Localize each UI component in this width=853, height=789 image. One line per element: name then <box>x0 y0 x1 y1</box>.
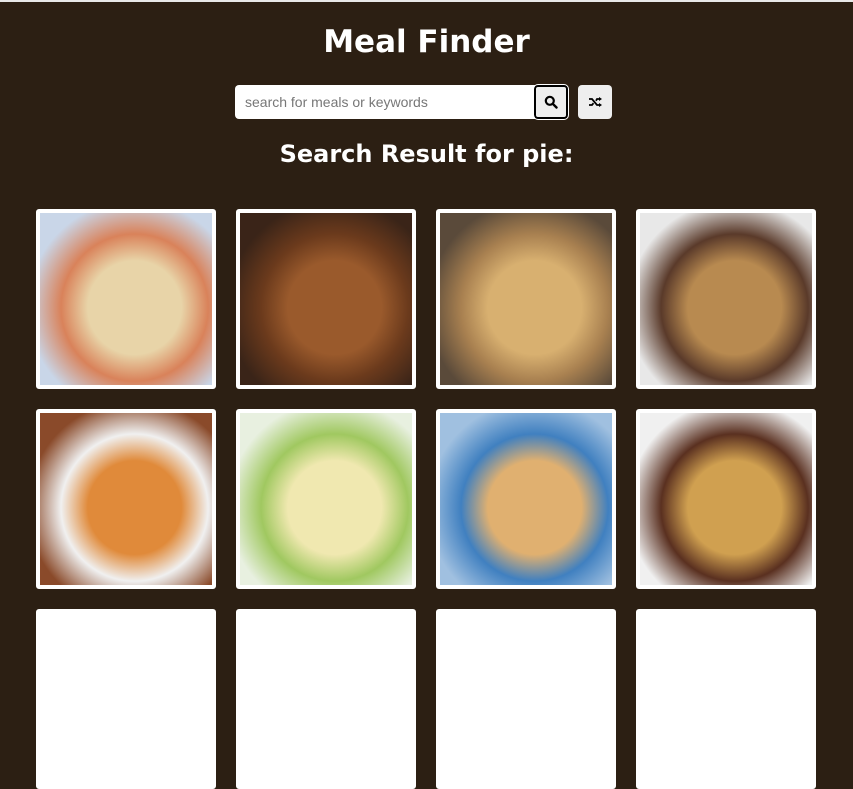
meal-card[interactable] <box>36 209 216 389</box>
meal-card[interactable] <box>36 409 216 589</box>
meal-image <box>40 413 212 585</box>
meal-card[interactable] <box>236 609 416 789</box>
meal-card[interactable] <box>236 209 416 389</box>
meal-card[interactable] <box>36 609 216 789</box>
meal-image <box>240 413 412 585</box>
meal-card[interactable] <box>636 209 816 389</box>
meal-image <box>440 213 612 385</box>
shuffle-icon <box>589 97 602 107</box>
search-form <box>235 84 612 120</box>
search-result-heading: Search Result for pie: <box>279 140 574 168</box>
meal-image <box>440 613 612 785</box>
meal-image <box>640 213 812 385</box>
meal-image <box>240 613 412 785</box>
meal-image <box>440 413 612 585</box>
meal-card[interactable] <box>436 409 616 589</box>
search-input[interactable] <box>235 85 535 119</box>
meal-image <box>40 613 212 785</box>
meal-image <box>40 213 212 385</box>
random-meal-button[interactable] <box>578 85 612 119</box>
search-icon <box>544 95 558 109</box>
meal-image <box>640 413 812 585</box>
meal-image <box>640 613 812 785</box>
meal-card[interactable] <box>636 409 816 589</box>
meal-image <box>240 213 412 385</box>
meal-card[interactable] <box>436 209 616 389</box>
meals-grid <box>36 209 816 789</box>
meal-card[interactable] <box>236 409 416 589</box>
meal-card[interactable] <box>436 609 616 789</box>
meal-card[interactable] <box>636 609 816 789</box>
search-button[interactable] <box>533 84 569 120</box>
page-title: Meal Finder <box>323 24 530 60</box>
